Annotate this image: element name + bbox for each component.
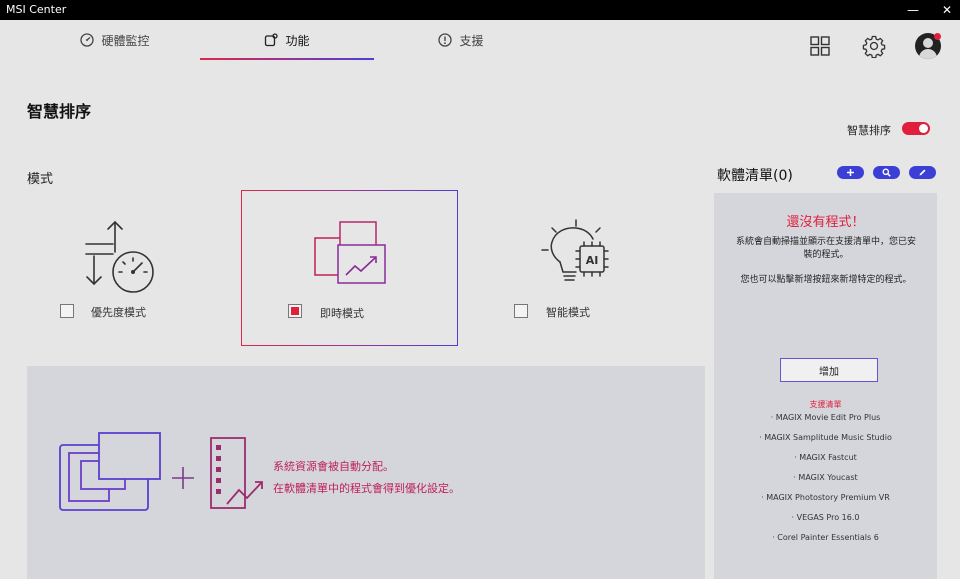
toggle-knob — [919, 124, 928, 133]
support-list-title: 支援清單 — [809, 400, 842, 409]
svg-text:AI: AI — [586, 254, 599, 267]
add-software-button[interactable] — [837, 166, 864, 179]
smart-priority-toggle[interactable] — [902, 122, 930, 135]
list-item: · MAGIX Fastcut — [794, 453, 857, 462]
tab-support[interactable]: 支援 — [374, 20, 548, 60]
mode-smart[interactable]: AI 智能模式 — [488, 190, 703, 346]
avatar-body — [919, 49, 937, 59]
empty-state-description: 系統會自動掃描並顯示在支援清單中，您已安裝的程式。 — [736, 237, 917, 260]
list-item: · VEGAS Pro 16.0 — [791, 513, 860, 522]
realtime-windows-icon — [314, 221, 386, 284]
settings-button[interactable] — [861, 33, 887, 59]
active-tab-indicator — [200, 58, 374, 60]
list-item: · MAGIX Samplitude Music Studio — [759, 433, 892, 442]
close-button[interactable]: ✕ — [932, 0, 960, 20]
list-chart-icon — [210, 437, 263, 509]
feature-icon — [265, 33, 279, 47]
tab-label: 功能 — [285, 33, 310, 48]
grid-icon — [810, 36, 830, 56]
info-line-1: 系統資源會被自動分配。 — [273, 460, 394, 473]
edit-icon — [919, 169, 926, 176]
search-icon — [882, 168, 891, 177]
add-button[interactable]: 增加 — [780, 358, 878, 382]
list-item: · MAGIX Movie Edit Pro Plus — [770, 413, 881, 422]
avatar-head — [923, 38, 933, 48]
alert-icon — [438, 33, 453, 47]
checkbox-checked-mark — [291, 307, 299, 315]
tab-label: 支援 — [459, 33, 484, 48]
gear-icon — [862, 35, 886, 58]
top-nav: 硬體監控 功能 支援 — [0, 20, 960, 68]
grid-button[interactable] — [807, 33, 833, 59]
toggle-label: 智慧排序 — [847, 124, 891, 137]
support-list: · MAGIX Movie Edit Pro Plus · MAGIX Samp… — [714, 411, 937, 551]
empty-state-title: 還沒有程式！ — [786, 215, 865, 230]
mode-priority[interactable]: 優先度模式 — [27, 190, 237, 346]
realtime-mode-checkbox[interactable] — [288, 304, 302, 318]
smart-mode-checkbox[interactable] — [514, 304, 528, 318]
priority-mode-checkbox[interactable] — [60, 304, 74, 318]
ai-bulb-icon: AI — [541, 219, 609, 281]
windows-stack-icon — [59, 432, 161, 511]
list-item: · Corel Painter Essentials 6 — [772, 533, 879, 542]
info-line-2: 在軟體清單中的程式會得到優化設定。 — [273, 482, 460, 495]
mode-label: 優先度模式 — [91, 306, 146, 319]
plus-icon — [847, 169, 854, 176]
mode-description-panel: 系統資源會被自動分配。 在軟體清單中的程式會得到優化設定。 — [27, 366, 705, 579]
notification-dot — [934, 33, 941, 40]
mode-label: 即時模式 — [320, 307, 364, 320]
tab-label: 硬體監控 — [101, 33, 150, 48]
software-list-title: 軟體清單(0) — [717, 168, 793, 184]
window-title: MSI Center — [6, 3, 67, 16]
mode-section-label: 模式 — [27, 172, 54, 187]
gauge-icon — [80, 33, 95, 47]
search-software-button[interactable] — [873, 166, 900, 179]
edit-software-button[interactable] — [909, 166, 936, 179]
list-item: · MAGIX Youcast — [793, 473, 858, 482]
page-title: 智慧排序 — [27, 102, 92, 121]
plus-icon — [172, 467, 194, 489]
title-bar: MSI Center — ✕ — [0, 0, 960, 20]
mode-label: 智能模式 — [546, 306, 590, 319]
mode-realtime[interactable]: 即時模式 — [241, 190, 458, 346]
software-list-panel: 還沒有程式！ 系統會自動掃描並顯示在支援清單中，您已安裝的程式。 您也可以點擊新… — [714, 193, 937, 579]
minimize-button[interactable]: — — [898, 0, 928, 20]
tab-features[interactable]: 功能 — [200, 20, 374, 60]
tab-hardware-monitor[interactable]: 硬體監控 — [30, 20, 200, 60]
list-item: · MAGIX Photostory Premium VR — [761, 493, 890, 502]
priority-gauge-icon — [85, 220, 154, 293]
empty-state-hint: 您也可以點擊新增按鈕來新增特定的程式。 — [740, 275, 912, 285]
